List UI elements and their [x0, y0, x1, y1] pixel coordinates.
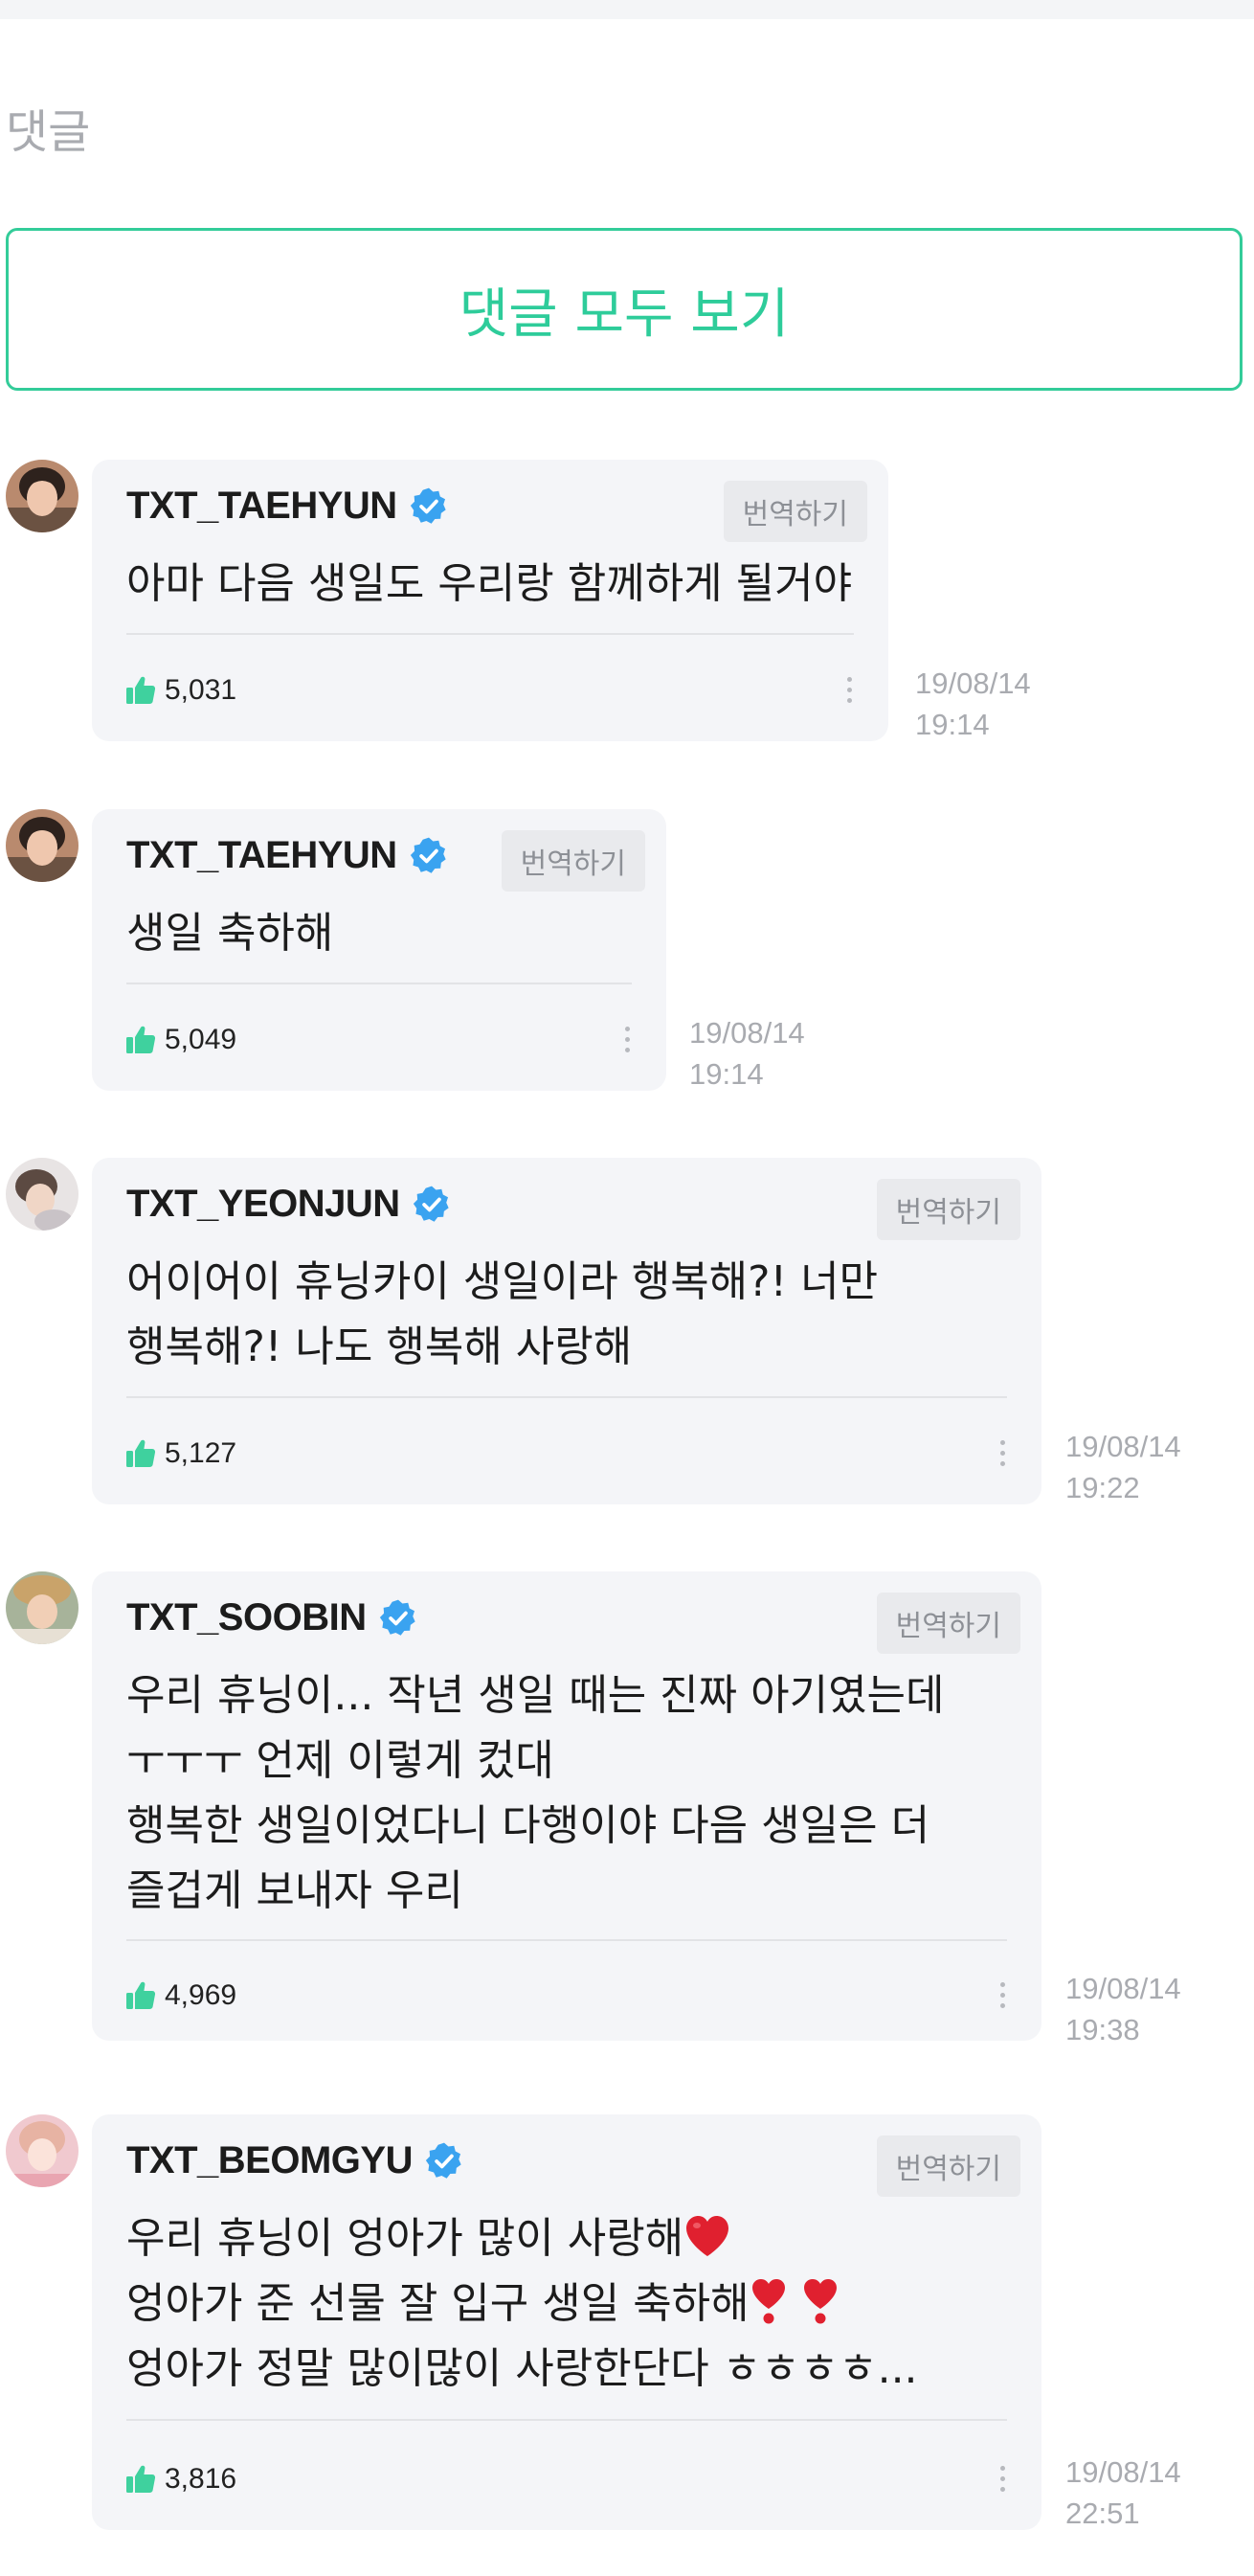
- heart-exclamation-emoji: [801, 2277, 840, 2325]
- avatar[interactable]: [6, 460, 78, 532]
- comment-line: 우리 휴닝이... 작년 생일 때는 진짜 아기였는데: [126, 1671, 945, 1720]
- comment-timestamp: 19/08/14 19:38: [1065, 1968, 1181, 2050]
- comment-line: 행복해?! 나도 행복해 사랑해: [126, 1322, 633, 1371]
- comment-divider: [126, 2419, 1007, 2421]
- verified-badge-icon: [412, 1185, 452, 1225]
- comment-date: 19/08/14: [1065, 1972, 1181, 2005]
- more-options-icon[interactable]: [988, 1434, 1017, 1472]
- comment-line: 어이어이 휴닝카이 생일이라 행복해?! 너만: [126, 1257, 879, 1306]
- comment-bubble: TXT_TAEHYUN 번역하기 아마 다음 생일도 우리랑 함께하게 될거야 …: [92, 460, 888, 741]
- verified-badge-icon: [378, 1598, 418, 1638]
- comment-divider: [126, 1939, 1007, 1941]
- like-button[interactable]: 3,816: [124, 2463, 236, 2496]
- comment-time: 22:51: [1065, 2497, 1140, 2530]
- more-options-icon[interactable]: [613, 1020, 641, 1058]
- comment-time: 19:22: [1065, 1471, 1140, 1504]
- verified-badge-icon: [409, 486, 449, 527]
- translate-button[interactable]: 번역하기: [723, 481, 867, 542]
- thumbs-up-icon: [124, 1437, 157, 1470]
- like-count: 5,049: [165, 1024, 237, 1055]
- comment-date: 19/08/14: [689, 1016, 805, 1050]
- verified-badge-icon: [424, 2141, 464, 2181]
- comment-bubble: TXT_BEOMGYU 번역하기 우리 휴닝이 엉아가 많이 사랑해 엉아가 준…: [92, 2114, 1041, 2530]
- red-heart-emoji: [683, 2214, 731, 2258]
- comments-section-title: 댓글: [6, 105, 91, 159]
- comment-line: 즐겁게 보내자 우리: [126, 1866, 463, 1915]
- author-row: TXT_YEONJUN: [126, 1183, 452, 1226]
- comment-line: ㅜㅜㅜ 언제 이렇게 컸대: [126, 1736, 554, 1785]
- view-all-comments-button[interactable]: 댓글 모두 보기: [6, 228, 1243, 391]
- comment-timestamp: 19/08/14 19:14: [915, 663, 1031, 745]
- top-separator: [0, 0, 1254, 19]
- comment-text: 아마 다음 생일도 우리랑 함께하게 될거야: [126, 552, 852, 617]
- author-name[interactable]: TXT_TAEHYUN: [126, 485, 397, 528]
- comment-line: 행복한 생일이었다니 다행이야 다음 생일은 더: [126, 1801, 930, 1850]
- more-options-icon[interactable]: [835, 670, 863, 709]
- author-name[interactable]: TXT_SOOBIN: [126, 1596, 367, 1639]
- comment-time: 19:38: [1065, 2013, 1140, 2046]
- translate-button[interactable]: 번역하기: [876, 1179, 1020, 1240]
- comment-timestamp: 19/08/14 22:51: [1065, 2452, 1181, 2534]
- comment-text: 어이어이 휴닝카이 생일이라 행복해?! 너만 행복해?! 나도 행복해 사랑해: [126, 1250, 878, 1380]
- author-name[interactable]: TXT_YEONJUN: [126, 1183, 400, 1226]
- comment-timestamp: 19/08/14 19:14: [689, 1012, 805, 1095]
- author-row: TXT_TAEHYUN: [126, 485, 449, 528]
- comment-divider: [126, 633, 854, 635]
- comment-line: 엉아가 준 선물 잘 입구 생일 축하해: [126, 2271, 918, 2337]
- comment-text: 우리 휴닝이... 작년 생일 때는 진짜 아기였는데 ㅜㅜㅜ 언제 이렇게 컸…: [126, 1663, 945, 1924]
- comment-text: 생일 축하해: [126, 901, 333, 966]
- author-row: TXT_BEOMGYU: [126, 2139, 464, 2182]
- heart-exclamation-emoji: [750, 2277, 788, 2325]
- like-count: 3,816: [165, 2463, 237, 2495]
- comment-date: 19/08/14: [1065, 1430, 1181, 1463]
- author-name[interactable]: TXT_BEOMGYU: [126, 2139, 413, 2182]
- thumbs-up-icon: [124, 1979, 157, 2012]
- more-options-icon[interactable]: [988, 1976, 1017, 2014]
- comment-time: 19:14: [915, 708, 990, 741]
- avatar[interactable]: [6, 1571, 78, 1644]
- translate-button[interactable]: 번역하기: [876, 2135, 1020, 2197]
- comment-line: 엉아가 정말 많이많이 사랑한단다 ㅎㅎㅎㅎ...: [126, 2344, 918, 2393]
- comment-bubble: TXT_TAEHYUN 번역하기 생일 축하해 5,049: [92, 809, 666, 1091]
- avatar[interactable]: [6, 2114, 78, 2187]
- comment-bubble: TXT_YEONJUN 번역하기 어이어이 휴닝카이 생일이라 행복해?! 너만…: [92, 1158, 1041, 1504]
- like-count: 5,031: [165, 674, 237, 706]
- comment-divider: [126, 1396, 1007, 1398]
- thumbs-up-icon: [124, 1024, 157, 1056]
- thumbs-up-icon: [124, 2463, 157, 2496]
- verified-badge-icon: [409, 836, 449, 876]
- author-row: TXT_TAEHYUN: [126, 834, 449, 877]
- avatar[interactable]: [6, 1158, 78, 1231]
- comment-bubble: TXT_SOOBIN 번역하기 우리 휴닝이... 작년 생일 때는 진짜 아기…: [92, 1571, 1041, 2041]
- comment-date: 19/08/14: [1065, 2455, 1181, 2489]
- more-options-icon[interactable]: [988, 2459, 1017, 2497]
- comment-time: 19:14: [689, 1057, 764, 1091]
- comment-divider: [126, 983, 632, 984]
- like-count: 4,969: [165, 1979, 237, 2011]
- comment-line: 아마 다음 생일도 우리랑 함께하게 될거야: [126, 559, 853, 608]
- comment-date: 19/08/14: [915, 667, 1031, 700]
- like-button[interactable]: 5,049: [124, 1024, 236, 1056]
- thumbs-up-icon: [124, 674, 157, 707]
- comment-timestamp: 19/08/14 19:22: [1065, 1426, 1181, 1508]
- like-button[interactable]: 4,969: [124, 1979, 236, 2012]
- translate-button[interactable]: 번역하기: [501, 830, 645, 892]
- author-name[interactable]: TXT_TAEHYUN: [126, 834, 397, 877]
- author-row: TXT_SOOBIN: [126, 1596, 418, 1639]
- like-button[interactable]: 5,127: [124, 1437, 236, 1470]
- comment-line: 생일 축하해: [126, 909, 334, 958]
- avatar[interactable]: [6, 809, 78, 882]
- comment-line: 우리 휴닝이 엉아가 많이 사랑해: [126, 2206, 918, 2271]
- like-button[interactable]: 5,031: [124, 674, 236, 707]
- comment-text: 우리 휴닝이 엉아가 많이 사랑해 엉아가 준 선물 잘 입구 생일 축하해 엉…: [126, 2206, 918, 2402]
- like-count: 5,127: [165, 1437, 237, 1469]
- translate-button[interactable]: 번역하기: [876, 1593, 1020, 1654]
